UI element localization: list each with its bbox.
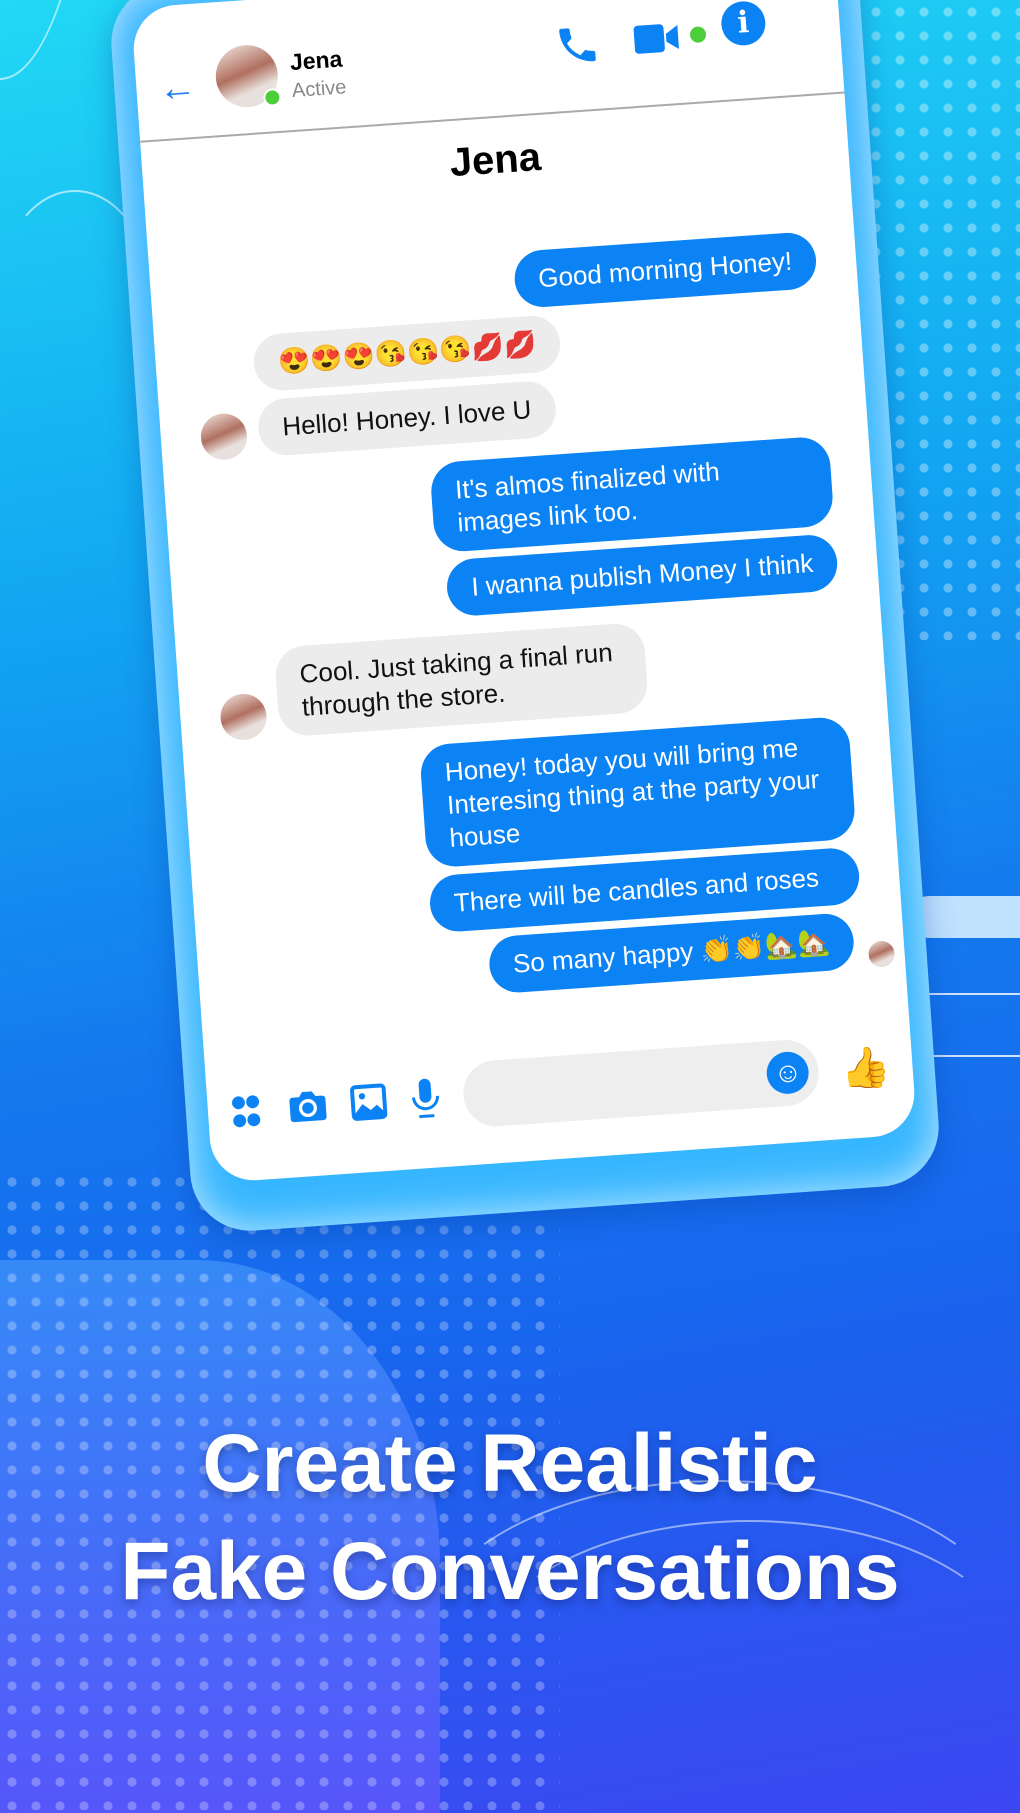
phone-frame: ← Jena Active i Jena Good morning Honey!… [107,0,943,1235]
contact-name: Jena [289,45,344,76]
thumbs-up-icon[interactable]: 👍 [839,1042,892,1092]
message-bubble[interactable]: 😍😍😍😘😘😘💋💋 [251,314,563,393]
message-bubble[interactable]: It's almos finalized with images link to… [429,435,835,554]
message-list: Good morning Honey! 😍😍😍😘😘😘💋💋 Hello! Hone… [150,228,906,1014]
message-bubble[interactable]: Good morning Honey! [512,230,818,309]
avatar [218,692,269,742]
phone-icon[interactable] [553,20,602,69]
composer-bar: ●● ●● ☺ 👍 [205,1024,915,1153]
message-bubble[interactable]: Hello! Honey. I love U [256,379,558,458]
seen-avatar [867,940,896,968]
video-icon[interactable] [633,20,683,57]
camera-icon[interactable] [287,1087,329,1126]
message-bubble[interactable]: Cool. Just taking a final run through th… [273,621,650,738]
info-icon[interactable]: i [719,0,767,47]
microphone-icon[interactable] [408,1076,443,1120]
chat-screen: ← Jena Active i Jena Good morning Honey!… [130,0,918,1184]
gallery-icon[interactable] [348,1082,389,1123]
online-indicator [262,87,282,108]
emoji-icon[interactable]: ☺ [765,1050,811,1096]
decor-line [0,0,100,80]
video-active-dot [689,26,707,44]
contact-status: Active [291,76,348,103]
promo-caption: Create Realistic Fake Conversations [0,1410,1020,1626]
back-arrow-icon[interactable]: ← [157,66,198,112]
caption-line-2: Fake Conversations [120,1526,900,1617]
apps-icon[interactable]: ●● ●● [228,1084,267,1137]
avatar [199,412,249,462]
message-bubble[interactable]: Honey! today you will bring me Interesin… [418,715,857,869]
caption-line-1: Create Realistic [202,1418,818,1509]
message-input[interactable]: ☺ [461,1037,822,1129]
